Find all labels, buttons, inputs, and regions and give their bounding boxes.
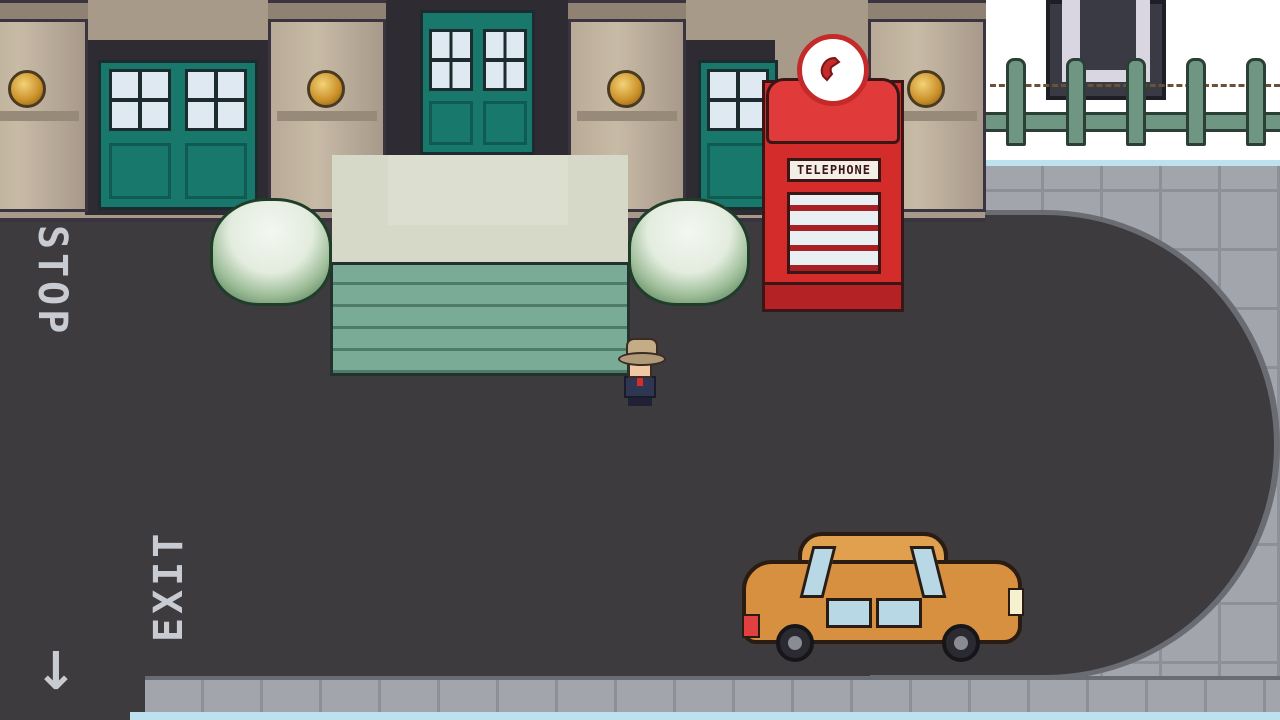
phone-icon	[797, 34, 869, 106]
car-window	[826, 598, 872, 628]
car-head-light	[1008, 588, 1024, 616]
entrance-stairs[interactable]	[330, 262, 630, 376]
snow-strip	[130, 712, 1280, 720]
fence-post	[1066, 58, 1086, 146]
snowy-bush	[628, 198, 750, 306]
phone-booth-base	[762, 282, 904, 312]
phone-booth-sign: TELEPHONE	[787, 158, 881, 182]
car-wheel	[942, 624, 980, 662]
road-marking-exit: EXIT	[146, 529, 192, 642]
snow-edge	[985, 146, 1280, 166]
gold-ornament-icon	[307, 70, 345, 108]
gold-ornament-icon	[907, 70, 945, 108]
fence-post	[1006, 58, 1026, 146]
building-door-main[interactable]	[420, 10, 535, 155]
building-door-left[interactable]	[98, 60, 258, 210]
fence-post	[1246, 58, 1266, 146]
snowy-bush	[210, 198, 332, 306]
road-marking-stop: STOP	[29, 225, 75, 338]
pillar	[0, 0, 88, 212]
gold-ornament-icon	[8, 70, 46, 108]
car-tail-light	[742, 614, 760, 638]
fence-post	[1186, 58, 1206, 146]
gold-ornament-icon	[607, 70, 645, 108]
entrance-landing-top	[388, 155, 568, 225]
fence-post	[1126, 58, 1146, 146]
player-hat-brim	[618, 352, 666, 366]
player-tie	[637, 378, 643, 386]
down-arrow-icon: ↓	[34, 642, 78, 702]
car-wheel	[776, 624, 814, 662]
phone-booth-window	[787, 192, 881, 274]
game-scene: TELEPHONE STOP EXIT ↓	[0, 0, 1280, 720]
car-window	[876, 598, 922, 628]
